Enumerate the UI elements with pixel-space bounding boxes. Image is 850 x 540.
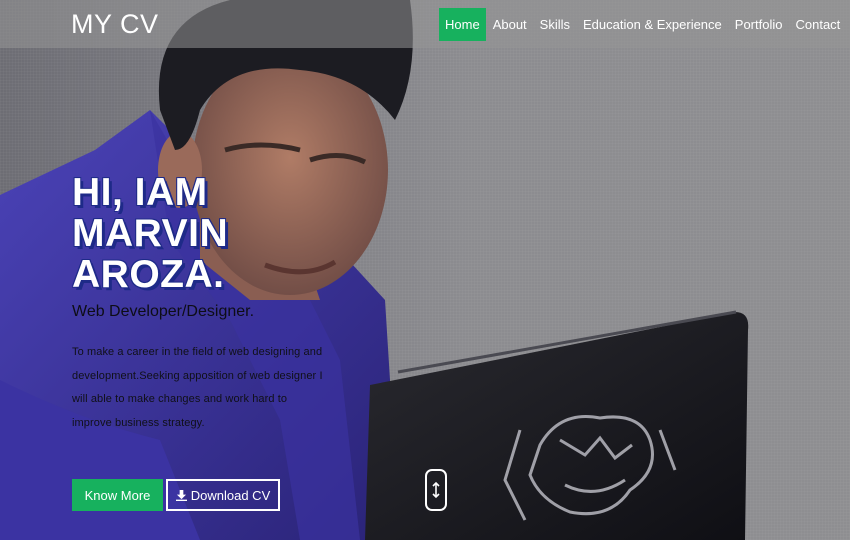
scroll-down-button[interactable]	[425, 469, 447, 511]
up-down-arrow-icon	[432, 481, 440, 499]
nav-portfolio[interactable]: Portfolio	[729, 8, 789, 41]
nav-skills[interactable]: Skills	[534, 8, 576, 41]
headline-line-1: HI, IAM	[72, 171, 208, 214]
know-more-label: Know More	[84, 487, 151, 503]
nav-education-experience[interactable]: Education & Experience	[577, 8, 728, 41]
nav-about[interactable]: About	[487, 8, 533, 41]
download-cv-button[interactable]: Download CV	[166, 479, 280, 511]
know-more-button[interactable]: Know More	[72, 479, 163, 511]
headline-line-3: AROZA.	[72, 253, 225, 296]
nav-contact[interactable]: Contact	[789, 8, 846, 41]
nav-home[interactable]: Home	[439, 8, 486, 41]
hero-bio: To make a career in the field of web des…	[72, 346, 323, 429]
brand-logo[interactable]: MY CV	[71, 9, 159, 40]
hero-role: Web Developer/Designer.	[72, 303, 255, 320]
download-cv-label: Download CV	[190, 487, 271, 503]
download-icon	[175, 489, 187, 501]
top-navbar: MY CV Home About Skills Education & Expe…	[0, 0, 850, 48]
headline-line-2: MARVIN	[72, 212, 229, 255]
hero-headline: HI, IAM MARVIN AROZA.	[72, 172, 228, 295]
hero-section: MY CV Home About Skills Education & Expe…	[0, 0, 850, 540]
main-nav: Home About Skills Education & Experience…	[439, 8, 847, 41]
